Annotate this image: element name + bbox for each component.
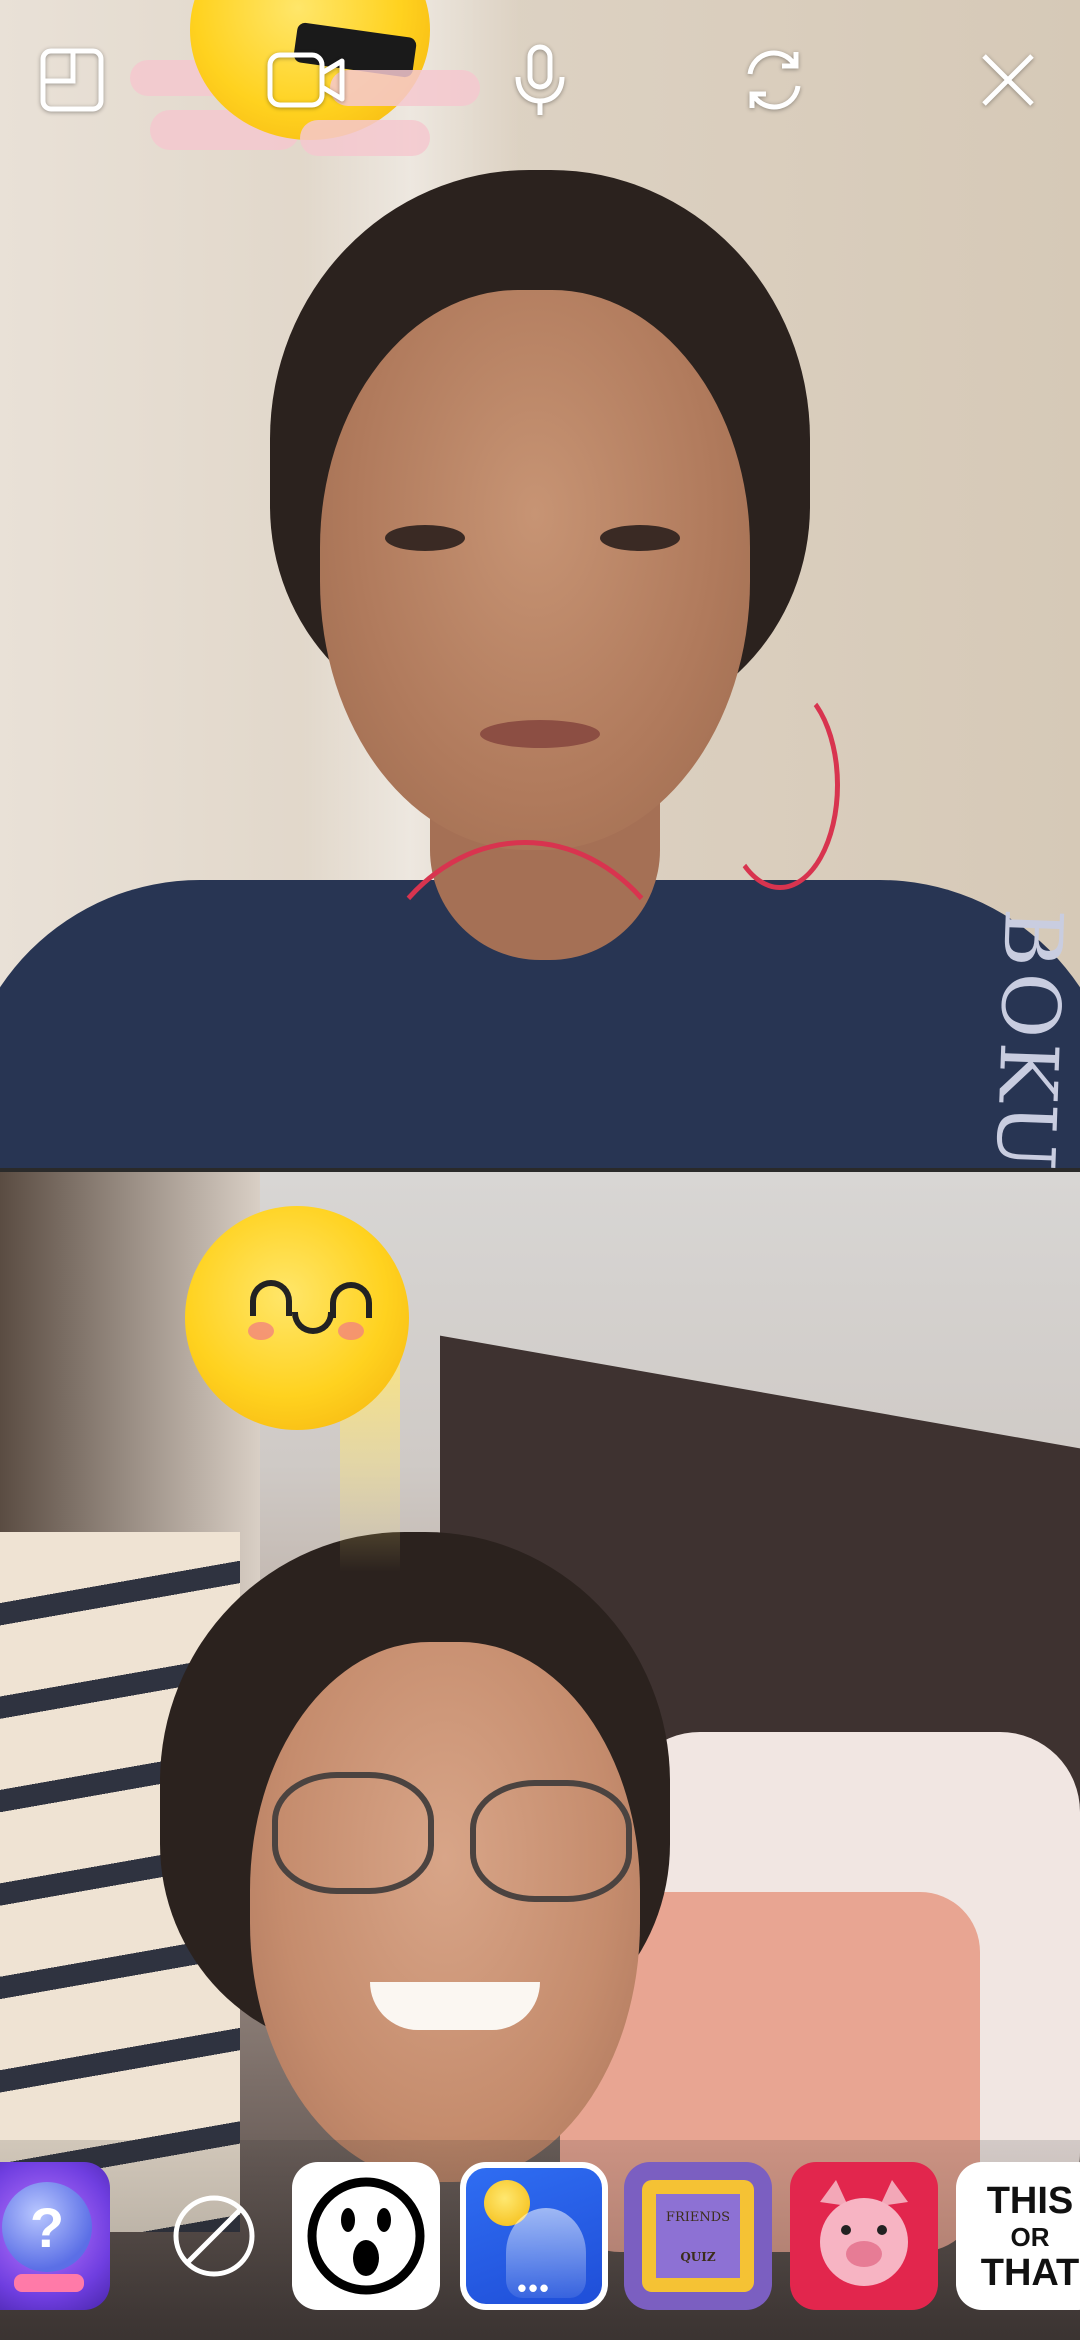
mouth [480,720,600,748]
tot-line2: OR [1010,2222,1050,2252]
video-toggle-button[interactable] [256,30,356,130]
crystal-ball-stand [14,2274,84,2292]
surprised-face-effect[interactable] [292,2162,440,2310]
close-call-button[interactable] [958,30,1058,130]
picture-frame-icon: FRIENDS QUIZ [642,2180,754,2292]
face [320,290,750,850]
this-or-that-effect[interactable]: THIS OR THAT [956,2162,1080,2310]
sticker-eye [330,1282,372,1318]
glasses-left [272,1772,434,1894]
surprised-face-icon [307,2177,425,2295]
layout-icon [40,48,104,112]
frame-subtitle: QUIZ [680,2250,716,2264]
no-effect-icon [173,2195,255,2277]
microphone-icon [515,44,565,115]
video-camera-icon [267,52,345,108]
close-icon [982,54,1034,106]
crystal-ball-glyph: ? [29,2195,65,2259]
frame-title: FRIENDS [665,2210,731,2225]
bubble-sun-effect[interactable]: ••• [460,2162,608,2310]
crystal-ball-effect[interactable]: ? [0,2162,110,2310]
right-eye [600,525,680,551]
flip-camera-button[interactable] [724,30,824,130]
tot-line3: THAT [980,2252,1080,2294]
face [250,1642,640,2182]
earphone-loop [720,680,840,890]
pig-face-effect[interactable] [790,2162,938,2310]
no-effect[interactable] [140,2162,288,2310]
smile [370,1982,540,2030]
tot-line1: THIS [986,2180,1074,2222]
effects-tray[interactable]: ? ••• FRIENDS QUIZ THIS OR THAT [0,2140,1080,2340]
sticker-blush [338,1322,364,1340]
pig-face-icon [820,2180,908,2286]
sticker-blush [248,1322,274,1340]
more-options-dots[interactable]: ••• [466,2275,602,2301]
layout-toggle-button[interactable] [22,30,122,130]
call-toolbar [0,30,1080,130]
crystal-ball-question-icon: ? [2,2182,92,2272]
this-or-that-icon: THIS OR THAT [956,2162,1080,2310]
flip-camera-icon [747,50,801,110]
shirt-text: BOKU [977,906,1080,1168]
friends-quiz-effect[interactable]: FRIENDS QUIZ [624,2162,772,2310]
mic-toggle-button[interactable] [490,30,590,130]
sticker-eye [250,1280,292,1316]
left-eye [385,525,465,551]
remote-video-tile-top[interactable]: BOKU [0,0,1080,1168]
glasses-right [470,1780,632,1902]
